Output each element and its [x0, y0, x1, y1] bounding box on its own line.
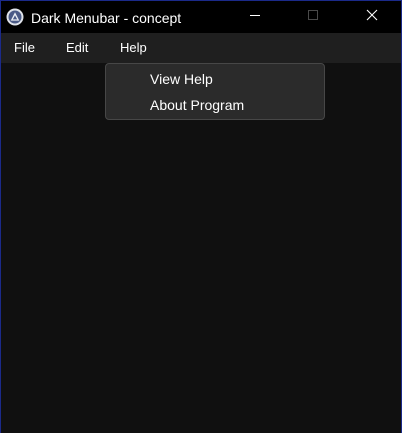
maximize-icon: [307, 8, 319, 26]
menu-help[interactable]: Help: [108, 33, 159, 63]
minimize-button[interactable]: [226, 1, 284, 33]
minimize-icon: [249, 8, 261, 26]
menu-file[interactable]: File: [2, 33, 47, 63]
menu-bar: File Edit Help: [1, 33, 401, 63]
menu-item-about-program[interactable]: About Program: [106, 92, 324, 118]
app-logo-icon[interactable]: [6, 8, 24, 26]
menu-edit[interactable]: Edit: [54, 33, 100, 63]
title-bar[interactable]: Dark Menubar - concept: [1, 1, 401, 33]
app-window: Dark Menubar - concept File Edit Help Vi…: [0, 0, 402, 433]
close-button[interactable]: [343, 1, 401, 33]
window-title: Dark Menubar - concept: [31, 10, 182, 26]
maximize-button[interactable]: [284, 1, 342, 33]
help-dropdown-menu: View Help About Program: [105, 63, 325, 120]
close-icon: [366, 8, 378, 26]
menu-item-view-help[interactable]: View Help: [106, 66, 324, 92]
